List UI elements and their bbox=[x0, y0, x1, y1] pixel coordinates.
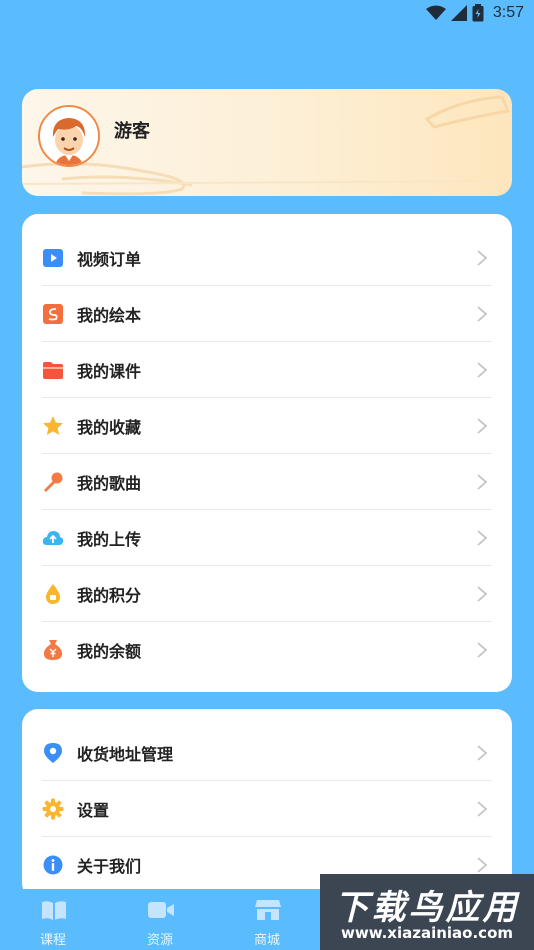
money-bag-icon bbox=[42, 639, 64, 661]
chevron-right-icon bbox=[477, 801, 488, 817]
tab-label: 资源 bbox=[146, 933, 173, 948]
menu-item-label: 我的收藏 bbox=[77, 417, 142, 437]
chevron-right-icon bbox=[477, 362, 488, 378]
menu-item-balance[interactable]: 我的余额 bbox=[42, 622, 492, 677]
chevron-right-icon bbox=[477, 306, 488, 322]
signal-icon bbox=[450, 5, 467, 21]
menu-item-picture-books[interactable]: 我的绘本 bbox=[42, 286, 492, 342]
menu-item-label: 我的上传 bbox=[77, 529, 142, 549]
tab-label: 课程 bbox=[39, 933, 66, 948]
status-bar: 3:57 bbox=[0, 0, 534, 30]
boy-avatar-icon bbox=[40, 107, 98, 165]
tab-resources[interactable]: 资源 bbox=[130, 889, 190, 950]
menu-item-label: 我的积分 bbox=[77, 585, 142, 605]
star-icon bbox=[42, 415, 64, 437]
menu-item-label: 设置 bbox=[77, 800, 110, 820]
watermark-logo: 下载鸟应用 www.xiazainiao.com bbox=[320, 874, 534, 950]
main-menu-list: 视频订单 我的绘本 我的课件 我的收藏 我的歌曲 我的上传 我的积分 我的余额 bbox=[42, 230, 492, 677]
menu-item-label: 我的课件 bbox=[77, 361, 142, 381]
video-camera-icon bbox=[148, 902, 174, 918]
chevron-right-icon bbox=[477, 418, 488, 434]
points-drop-icon bbox=[42, 583, 64, 605]
menu-item-label: 收货地址管理 bbox=[77, 744, 174, 764]
chevron-right-icon bbox=[477, 745, 488, 761]
menu-item-label: 我的绘本 bbox=[77, 305, 142, 325]
watermark-title: 下载鸟应用 bbox=[334, 888, 520, 928]
menu-item-label: 关于我们 bbox=[77, 856, 142, 876]
menu-item-uploads[interactable]: 我的上传 bbox=[42, 510, 492, 566]
status-icons: 3:57 bbox=[425, 4, 524, 22]
courseware-folder-icon bbox=[42, 359, 64, 381]
book-icon bbox=[42, 901, 66, 920]
menu-item-settings[interactable]: 设置 bbox=[42, 781, 492, 837]
profile-card[interactable]: 游客 bbox=[22, 89, 512, 196]
chevron-right-icon bbox=[477, 857, 488, 873]
menu-item-favorites[interactable]: 我的收藏 bbox=[42, 398, 492, 454]
tab-label: 商城 bbox=[253, 933, 280, 948]
menu-item-label: 视频订单 bbox=[77, 249, 142, 269]
menu-item-points[interactable]: 我的积分 bbox=[42, 566, 492, 622]
picture-book-icon bbox=[42, 303, 64, 325]
cloud-upload-icon bbox=[42, 527, 64, 549]
info-icon bbox=[42, 854, 64, 876]
menu-item-label: 我的歌曲 bbox=[77, 473, 142, 493]
wifi-icon bbox=[425, 5, 446, 20]
main-menu-card: 视频订单 我的绘本 我的课件 我的收藏 我的歌曲 我的上传 我的积分 我的余额 bbox=[22, 214, 512, 692]
menu-item-courseware[interactable]: 我的课件 bbox=[42, 342, 492, 398]
gear-icon bbox=[42, 798, 64, 820]
status-time: 3:57 bbox=[492, 4, 524, 21]
chevron-right-icon bbox=[477, 642, 488, 658]
microphone-icon bbox=[42, 471, 64, 493]
username[interactable]: 游客 bbox=[114, 117, 150, 143]
chevron-right-icon bbox=[477, 250, 488, 266]
tab-courses[interactable]: 课程 bbox=[23, 889, 83, 950]
video-order-icon bbox=[42, 247, 64, 269]
chevron-right-icon bbox=[477, 474, 488, 490]
store-icon bbox=[255, 900, 281, 920]
menu-item-address[interactable]: 收货地址管理 bbox=[42, 725, 492, 781]
menu-item-video-orders[interactable]: 视频订单 bbox=[42, 230, 492, 286]
watermark-url: www.xiazainiao.com bbox=[340, 924, 514, 942]
menu-item-label: 我的余额 bbox=[77, 641, 142, 661]
settings-menu-list: 收货地址管理 设置 关于我们 bbox=[42, 725, 492, 892]
chevron-right-icon bbox=[477, 586, 488, 602]
battery-icon bbox=[472, 4, 484, 22]
avatar[interactable] bbox=[38, 105, 100, 167]
chevron-right-icon bbox=[477, 530, 488, 546]
menu-item-songs[interactable]: 我的歌曲 bbox=[42, 454, 492, 510]
tab-store[interactable]: 商城 bbox=[237, 889, 297, 950]
settings-menu-card: 收货地址管理 设置 关于我们 bbox=[22, 709, 512, 899]
location-pin-icon bbox=[42, 742, 64, 764]
